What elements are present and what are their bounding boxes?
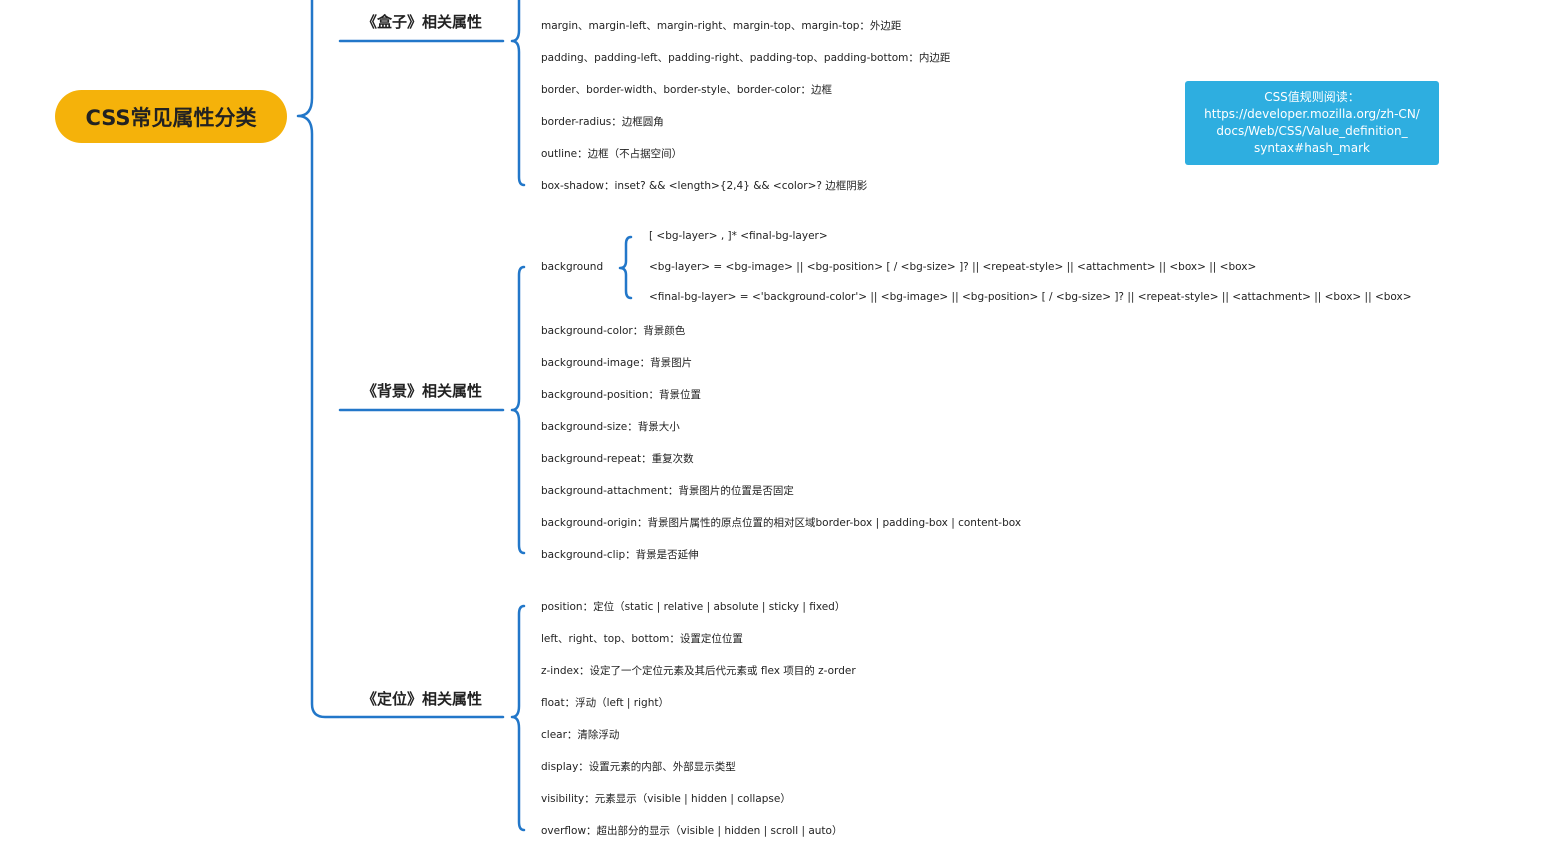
pos-item-clear[interactable]: clear：清除浮动 <box>541 727 619 742</box>
bg-syntax-line[interactable]: <bg-layer> = <bg-image> || <bg-position>… <box>649 261 1256 273</box>
bg-item-clip[interactable]: background-clip：背景是否延伸 <box>541 547 699 562</box>
pos-item-float[interactable]: float：浮动（left | right） <box>541 695 669 710</box>
note-line: CSS值规则阅读： <box>1264 90 1360 104</box>
box-item-padding[interactable]: padding、padding-left、padding-right、paddi… <box>541 50 950 65</box>
bg-item-color[interactable]: background-color：背景颜色 <box>541 323 685 338</box>
category-box[interactable]: 《盒子》相关属性 <box>340 11 504 32</box>
bg-syntax-line[interactable]: <final-bg-layer> = <'background-color'> … <box>649 291 1412 303</box>
note-line: https://developer.mozilla.org/zh-CN/ <box>1204 107 1420 121</box>
box-item-outline[interactable]: outline：边框（不占据空间） <box>541 146 682 161</box>
category-background[interactable]: 《背景》相关属性 <box>340 380 504 401</box>
pos-bracket <box>510 604 526 832</box>
box-item-border[interactable]: border、border-width、border-style、border-… <box>541 82 832 97</box>
bg-item-size[interactable]: background-size：背景大小 <box>541 419 680 434</box>
pos-item-visibility[interactable]: visibility：元素显示（visible | hidden | colla… <box>541 791 791 806</box>
bg-item-origin[interactable]: background-origin：背景图片属性的原点位置的相对区域border… <box>541 515 1021 530</box>
bg-item-image[interactable]: background-image：背景图片 <box>541 355 692 370</box>
note-line: syntax#hash_mark <box>1254 141 1370 155</box>
root-node[interactable]: CSS常见属性分类 <box>55 90 287 143</box>
bg-syntax-bracket <box>618 235 633 300</box>
box-item-margin[interactable]: margin、margin-left、margin-right、margin-t… <box>541 18 901 33</box>
pos-item-display[interactable]: display：设置元素的内部、外部显示类型 <box>541 759 736 774</box>
box-item-box-shadow[interactable]: box-shadow：inset? && <length>{2,4} && <c… <box>541 178 867 193</box>
bg-item-attachment[interactable]: background-attachment：背景图片的位置是否固定 <box>541 483 794 498</box>
bg-item-background[interactable]: background <box>541 261 603 273</box>
pos-item-z-index[interactable]: z-index：设定了一个定位元素及其后代元素或 flex 项目的 z-orde… <box>541 663 856 678</box>
box-item-border-radius[interactable]: border-radius：边框圆角 <box>541 114 664 129</box>
pos-item-position[interactable]: position：定位（static | relative | absolute… <box>541 599 845 614</box>
root-bracket <box>296 0 341 719</box>
bg-syntax-line[interactable]: [ <bg-layer> , ]* <final-bg-layer> <box>649 230 828 242</box>
category-position[interactable]: 《定位》相关属性 <box>340 688 504 709</box>
css-value-rules-note[interactable]: CSS值规则阅读： https://developer.mozilla.org/… <box>1185 81 1439 165</box>
bg-item-position[interactable]: background-position：背景位置 <box>541 387 701 402</box>
note-line: docs/Web/CSS/Value_definition_ <box>1216 124 1408 138</box>
bg-bracket <box>510 265 526 555</box>
box-bracket <box>510 0 526 187</box>
bg-item-repeat[interactable]: background-repeat：重复次数 <box>541 451 694 466</box>
pos-item-offsets[interactable]: left、right、top、bottom：设置定位位置 <box>541 631 743 646</box>
pos-item-overflow[interactable]: overflow：超出部分的显示（visible | hidden | scro… <box>541 823 842 838</box>
